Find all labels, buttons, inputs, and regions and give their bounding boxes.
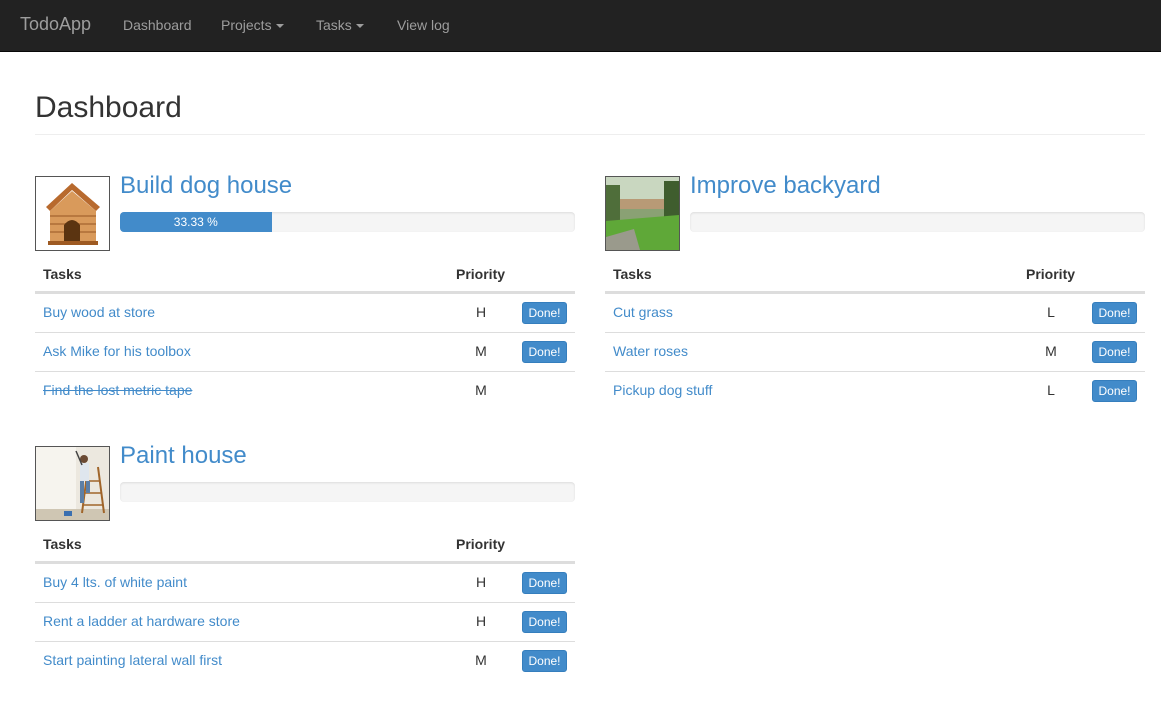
tasks-table-header: Tasks Priority [35, 259, 575, 293]
mark-done-button[interactable]: Done! [1092, 380, 1137, 402]
tasks-table: Tasks Priority Cut grass L Done! Water r… [605, 259, 1145, 410]
task-link[interactable]: Rent a ladder at hardware store [43, 613, 240, 629]
task-link[interactable]: Ask Mike for his toolbox [43, 343, 191, 359]
page-title: Dashboard [35, 91, 182, 124]
task-priority: M [1045, 343, 1057, 359]
dog-house-image [36, 177, 109, 250]
brand-link[interactable]: TodoApp [20, 14, 91, 35]
task-row: Rent a ladder at hardware store H Done! [35, 602, 575, 641]
tasks-column-header: Tasks [43, 536, 82, 552]
task-priority: H [475, 613, 487, 629]
priority-column-header: Priority [456, 536, 506, 552]
nav-projects-label: Projects [221, 17, 272, 33]
caret-down-icon [355, 24, 364, 29]
nav-dashboard-label: Dashboard [123, 17, 192, 33]
task-link[interactable]: Water roses [613, 343, 688, 359]
task-priority: H [475, 304, 487, 320]
project-thumbnail [605, 176, 680, 251]
tasks-table-header: Tasks Priority [605, 259, 1145, 293]
project-progress [690, 212, 1145, 232]
tasks-table-header: Tasks Priority [35, 529, 575, 563]
top-navbar: TodoApp Dashboard Projects Tasks View lo… [0, 0, 1161, 52]
nav-tasks-dropdown[interactable]: Tasks [316, 17, 364, 33]
priority-column-header: Priority [1026, 266, 1076, 282]
mark-done-button[interactable]: Done! [522, 611, 567, 633]
mark-done-button[interactable]: Done! [522, 572, 567, 594]
tasks-table: Tasks Priority Buy 4 lts. of white paint… [35, 529, 575, 680]
task-row: Start painting lateral wall first M Done… [35, 641, 575, 680]
progress-bar-fill: 33.33 % [120, 212, 272, 232]
task-row: Find the lost metric tape M [35, 371, 575, 410]
project-progress: 33.33 % [120, 212, 575, 232]
caret-down-icon [275, 24, 284, 29]
nav-dashboard[interactable]: Dashboard [123, 17, 192, 33]
task-priority: M [475, 382, 487, 398]
tasks-column-header: Tasks [613, 266, 652, 282]
project-title-link[interactable]: Improve backyard [690, 172, 881, 200]
title-divider [35, 134, 1145, 135]
task-row: Pickup dog stuff L Done! [605, 371, 1145, 410]
project-title-link[interactable]: Build dog house [120, 172, 292, 200]
task-link[interactable]: Cut grass [613, 304, 673, 320]
task-link[interactable]: Start painting lateral wall first [43, 652, 222, 668]
task-priority: H [475, 574, 487, 590]
backyard-image [606, 177, 679, 250]
task-row: Cut grass L Done! [605, 293, 1145, 332]
nav-view-log-label: View log [397, 17, 450, 33]
project-thumbnail [35, 446, 110, 521]
nav-tasks-label: Tasks [316, 17, 352, 33]
project-progress [120, 482, 575, 502]
tasks-table: Tasks Priority Buy wood at store H Done!… [35, 259, 575, 410]
mark-done-button[interactable]: Done! [522, 341, 567, 363]
task-row: Buy 4 lts. of white paint H Done! [35, 563, 575, 602]
task-row: Ask Mike for his toolbox M Done! [35, 332, 575, 371]
nav-view-log[interactable]: View log [397, 17, 450, 33]
task-priority: M [475, 652, 487, 668]
task-link[interactable]: Buy wood at store [43, 304, 155, 320]
task-link[interactable]: Pickup dog stuff [613, 382, 712, 398]
mark-done-button[interactable]: Done! [522, 650, 567, 672]
mark-done-button[interactable]: Done! [522, 302, 567, 324]
task-link-completed[interactable]: Find the lost metric tape [43, 382, 192, 398]
task-row: Water roses M Done! [605, 332, 1145, 371]
mark-done-button[interactable]: Done! [1092, 302, 1137, 324]
nav-projects-dropdown[interactable]: Projects [221, 17, 284, 33]
tasks-column-header: Tasks [43, 266, 82, 282]
project-thumbnail [35, 176, 110, 251]
task-priority: L [1047, 382, 1055, 398]
project-title-link[interactable]: Paint house [120, 442, 247, 470]
task-priority: L [1047, 304, 1055, 320]
priority-column-header: Priority [456, 266, 506, 282]
task-row: Buy wood at store H Done! [35, 293, 575, 332]
mark-done-button[interactable]: Done! [1092, 341, 1137, 363]
task-link[interactable]: Buy 4 lts. of white paint [43, 574, 187, 590]
painter-image [36, 447, 109, 520]
task-priority: M [475, 343, 487, 359]
